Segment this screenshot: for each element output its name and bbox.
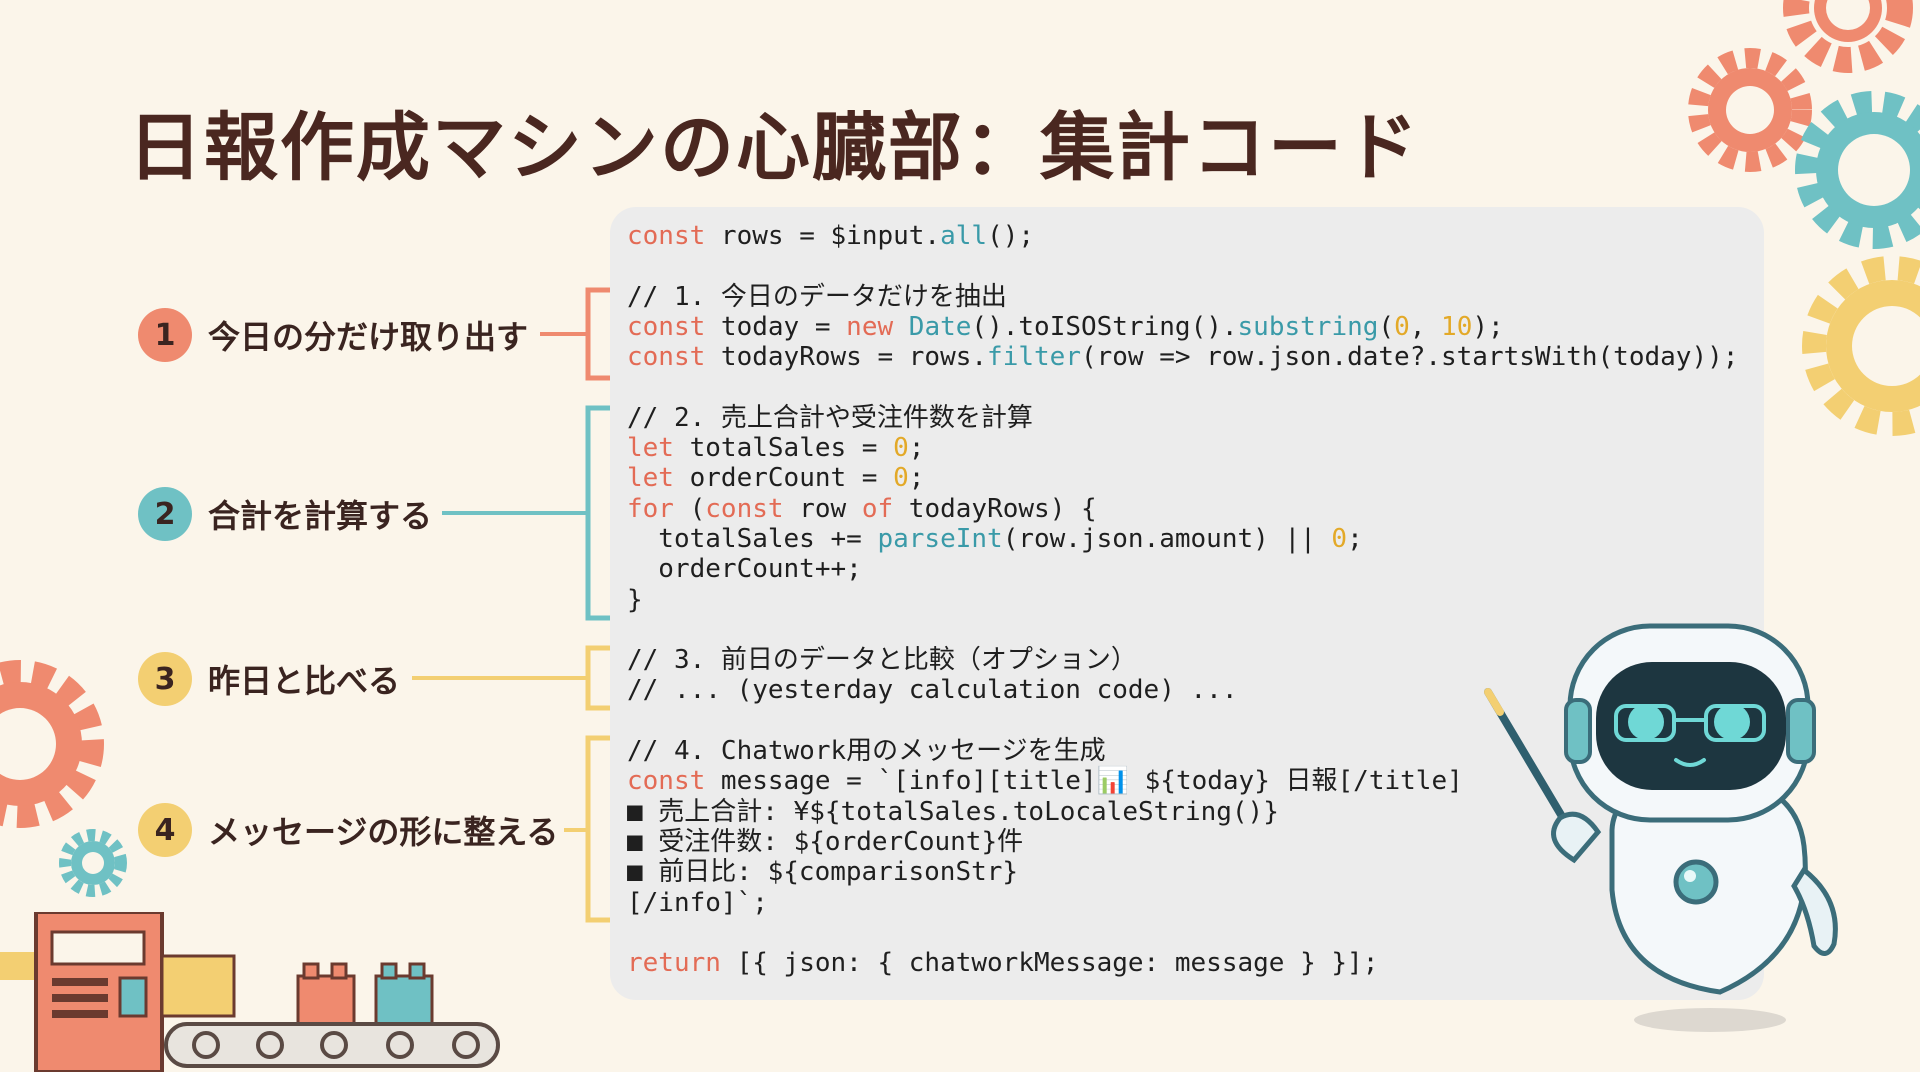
- step-label: メッセージの形に整える: [208, 813, 559, 851]
- code-line: const today = new Date().toISOString().s…: [627, 311, 1504, 342]
- step-number-badge: 1: [138, 308, 192, 362]
- step-2: 2 合計を計算する: [138, 486, 432, 542]
- gear-icon: [1802, 256, 1920, 436]
- code-line: }: [627, 584, 643, 615]
- step-number-badge: 3: [138, 652, 192, 706]
- gear-icon: [1783, 0, 1913, 73]
- code-line: const todayRows = rows.filter(row => row…: [627, 342, 1739, 373]
- step-number-badge: 2: [138, 487, 192, 541]
- code-line: orderCount++;: [627, 554, 862, 585]
- step-4: 4 メッセージの形に整える: [138, 802, 558, 858]
- gear-icon: [1688, 48, 1812, 172]
- connector-step-2: [442, 405, 610, 621]
- connector-step-4: [564, 735, 610, 923]
- step-number-badge: 4: [138, 803, 192, 857]
- robot-icon: [1484, 623, 1838, 1032]
- code-line: // 1. 今日のデータだけを抽出: [627, 281, 1007, 312]
- step-3: 3 昨日と比べる: [138, 651, 400, 707]
- code-line: ​: [627, 251, 1738, 281]
- code-line: // 2. 売上合計や受注件数を計算: [627, 402, 1033, 433]
- step-label: 合計を計算する: [208, 497, 433, 535]
- step-1: 1 今日の分だけ取り出す: [138, 307, 528, 363]
- connector-step-3: [412, 645, 610, 711]
- code-line: let orderCount = 0;: [627, 463, 925, 494]
- code-line: totalSales += parseInt(row.json.amount) …: [627, 523, 1363, 554]
- code-line: for (const row of todayRows) {: [627, 493, 1097, 524]
- code-line: ​: [627, 372, 1738, 402]
- connector-step-1: [540, 287, 610, 381]
- step-label: 昨日と比べる: [208, 662, 401, 700]
- gear-icon: [1795, 91, 1920, 249]
- page-title: 日報作成マシンの心臓部：集計コード: [128, 105, 1420, 191]
- code-line: let totalSales = 0;: [627, 433, 925, 464]
- step-label: 今日の分だけ取り出す: [208, 318, 529, 356]
- code-line: const rows = $input.all();: [627, 221, 1035, 251]
